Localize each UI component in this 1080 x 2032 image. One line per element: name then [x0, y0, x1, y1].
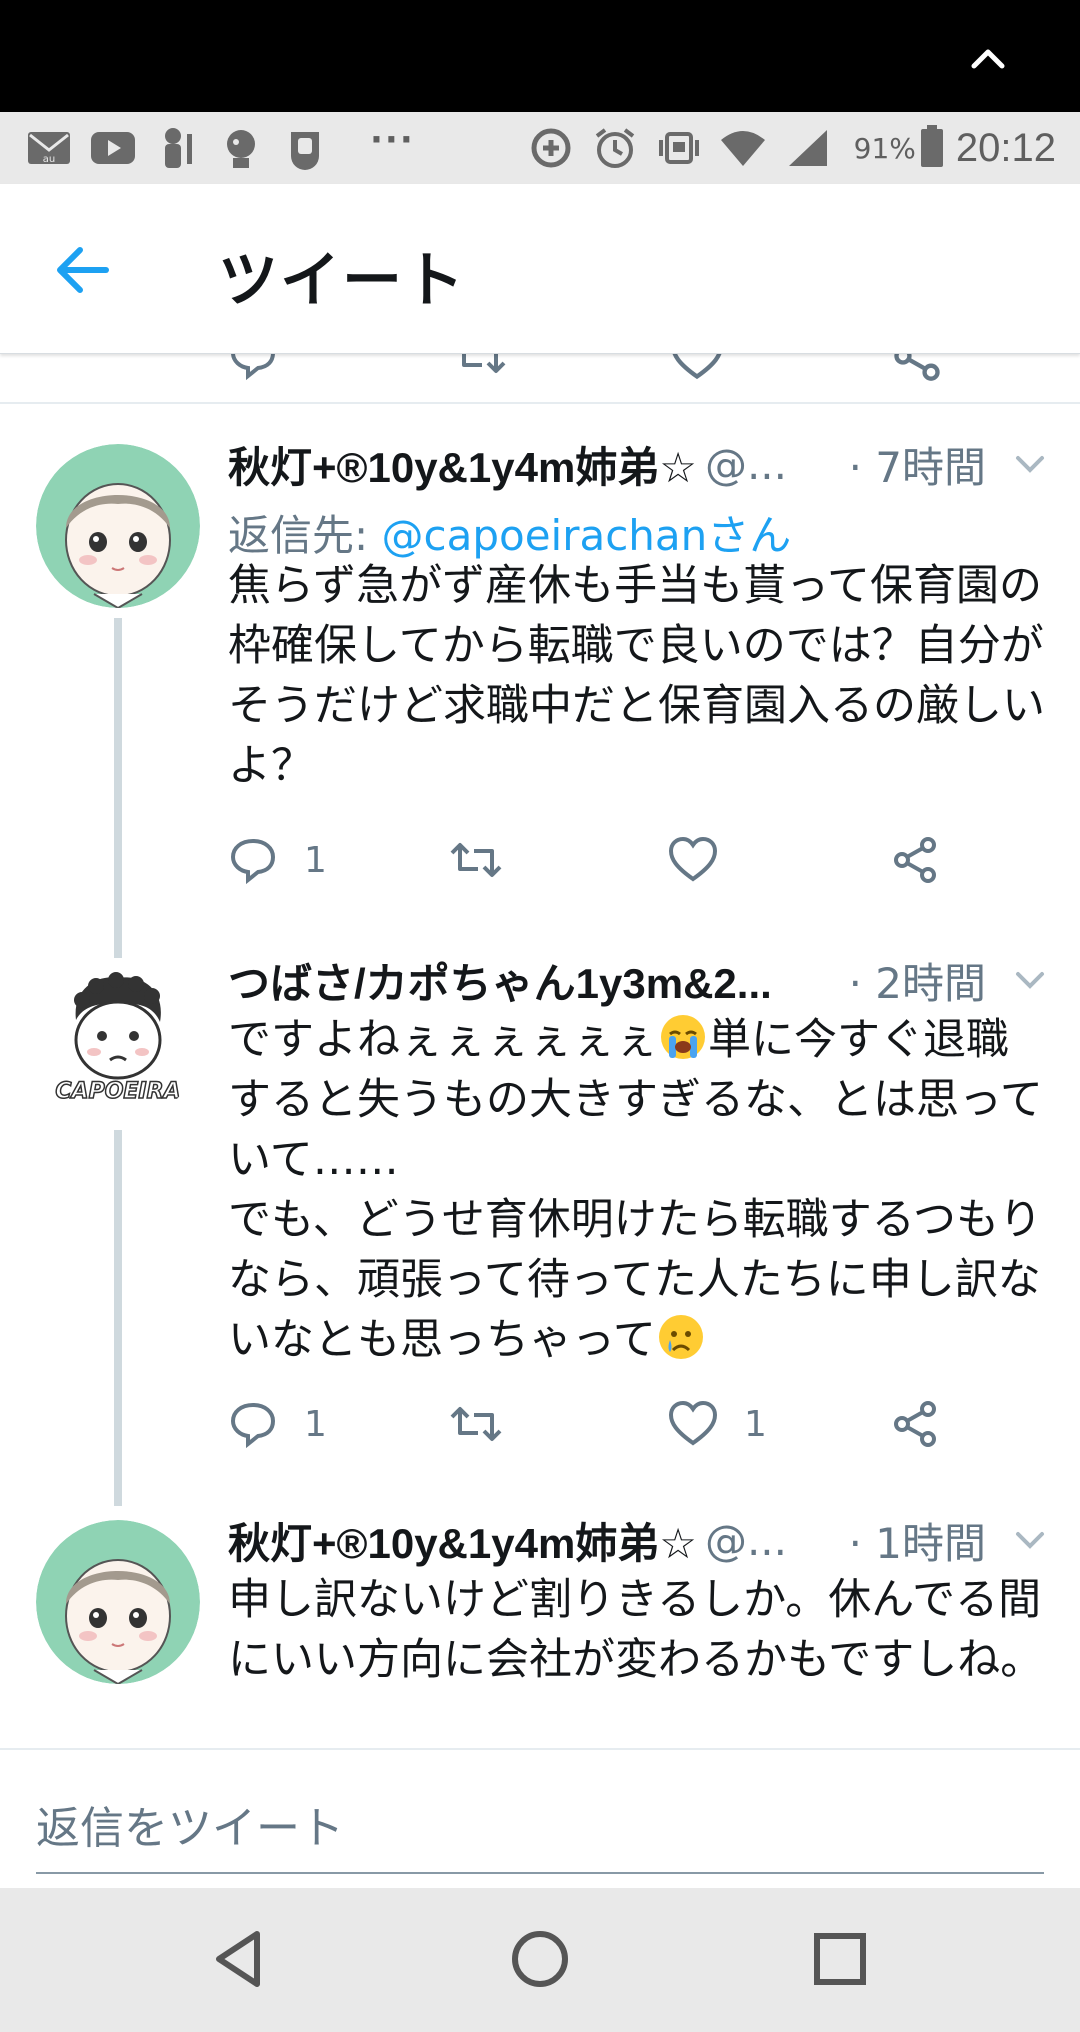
home-nav-icon[interactable]	[505, 1924, 575, 1994]
reply-icon[interactable]	[228, 354, 278, 386]
share-button[interactable]	[890, 1394, 940, 1454]
chevron-down-icon[interactable]	[1012, 446, 1048, 482]
tweet-actions: 1 1	[228, 1394, 988, 1454]
svg-text:au: au	[43, 154, 55, 165]
alarm-icon	[590, 123, 640, 173]
reply-compose[interactable]: 返信をツイート	[0, 1748, 1080, 1888]
vibrate-icon	[654, 123, 704, 173]
reply-icon	[230, 1402, 276, 1449]
signal-icon	[782, 123, 832, 173]
tweet-header: つばさ/カポちゃん1y3m&2... · 2時間	[228, 950, 1048, 1010]
timestamp: · 1時間	[848, 1518, 986, 1568]
thread-line	[114, 618, 122, 958]
like-count: 1	[744, 1403, 767, 1445]
reply-button[interactable]: 1	[228, 830, 327, 890]
retweet-button[interactable]	[446, 830, 532, 890]
tweet-header: 秋灯+®10y&1y4m姉弟☆ @... · 1時間	[228, 1510, 1048, 1570]
like-icon	[668, 836, 718, 882]
battery-percent: 91%	[853, 131, 916, 165]
crying-face-icon	[658, 1315, 703, 1359]
previous-tweet-actions	[0, 354, 1080, 404]
share-icon[interactable]	[890, 354, 944, 386]
chevron-down-icon[interactable]	[1012, 962, 1048, 998]
tweet-header: 秋灯+®10y&1y4m姉弟☆ @... · 7時間	[228, 434, 1048, 494]
top-bar	[0, 0, 1080, 112]
thread-line	[114, 1130, 122, 1506]
tweet-1[interactable]: 秋灯+®10y&1y4m姉弟☆ @... · 7時間 返信先: @capoeir…	[0, 406, 1080, 958]
display-name[interactable]: 秋灯+®10y&1y4m姉弟☆	[228, 1510, 697, 1571]
recents-nav-icon[interactable]	[805, 1924, 875, 1994]
back-arrow-icon[interactable]	[52, 242, 112, 298]
thread-line	[114, 930, 122, 952]
avatar[interactable]: CAPOEIRA	[36, 960, 200, 1124]
app-icon-3	[280, 123, 330, 173]
share-button[interactable]	[890, 830, 940, 890]
input-underline	[36, 1872, 1044, 1874]
timestamp: · 7時間	[848, 442, 986, 492]
retweet-button[interactable]	[446, 1394, 532, 1454]
display-name[interactable]: つばさ/カポちゃん1y3m&2...	[228, 950, 772, 1011]
battery-icon	[920, 125, 944, 171]
avatar-logo-text: CAPOEIRA	[55, 1079, 180, 1104]
like-icon	[668, 1400, 718, 1446]
display-name[interactable]: 秋灯+®10y&1y4m姉弟☆	[228, 434, 697, 495]
reply-button[interactable]: 1	[228, 1394, 327, 1454]
youtube-icon	[88, 123, 138, 173]
handle[interactable]: @...	[705, 1516, 787, 1565]
app-header: ツイート	[0, 184, 1080, 354]
mail-icon: au	[24, 123, 74, 173]
app-icon-2	[216, 123, 266, 173]
data-saver-icon	[526, 123, 576, 173]
page-title: ツイート	[218, 246, 466, 316]
wifi-icon	[718, 123, 768, 173]
retweet-icon[interactable]	[450, 354, 510, 386]
tweet-text-part-1: ですよねぇぇぇぇぇぇ	[228, 1015, 658, 1065]
avatar[interactable]	[36, 1520, 200, 1684]
retweet-icon	[450, 1407, 502, 1441]
tweet-actions: 1	[228, 830, 988, 890]
reply-count: 1	[304, 1403, 327, 1445]
tweet-2[interactable]: CAPOEIRA つばさ/カポちゃん1y3m&2... · 2時間 ですよねぇぇ…	[0, 930, 1080, 1506]
reply-to-label: 返信先:	[228, 511, 382, 560]
reply-icon	[230, 838, 276, 885]
reply-count: 1	[304, 839, 327, 881]
tweet-text: 申し訳ないけど割りきるしか。休んでる間にいい方向に会社が変わるかもですしね。	[228, 1575, 1044, 1685]
chevron-up-icon[interactable]	[966, 36, 1010, 80]
mention-link[interactable]: @capoeirachanさん	[382, 511, 792, 560]
back-nav-icon[interactable]	[205, 1924, 275, 1994]
status-bar: au ··· 91% 20:12	[0, 112, 1080, 184]
timestamp: · 2時間	[848, 958, 986, 1008]
loudly-crying-face-icon	[661, 1015, 705, 1059]
like-button[interactable]: 1	[668, 1394, 767, 1454]
tweet-text: 焦らず急がず産休も手当も貰って保育園の枠確保してから転職で良いのでは？自分がそう…	[228, 561, 1045, 791]
avatar[interactable]	[36, 444, 200, 608]
clock: 20:12	[955, 125, 1056, 170]
app-icon-1	[152, 123, 202, 173]
more-notifications: ···	[370, 120, 415, 160]
retweet-icon	[450, 843, 502, 877]
like-icon[interactable]	[670, 354, 724, 386]
reply-input[interactable]: 返信をツイート	[36, 1792, 344, 1856]
reply-to: 返信先: @capoeirachanさん	[228, 502, 791, 563]
tweet-3[interactable]: 秋灯+®10y&1y4m姉弟☆ @... · 1時間 申し訳ないけど割りきるしか…	[0, 1506, 1080, 1748]
tweet-text-part-2: 単に今すぐ退職すると失うもの大きすぎるな、とは思っていて…… でも、どうせ育休明…	[228, 1015, 1043, 1365]
like-button[interactable]	[668, 830, 744, 890]
system-nav-bar	[0, 1888, 1080, 2032]
handle[interactable]: @...	[705, 440, 787, 489]
chevron-down-icon[interactable]	[1012, 1522, 1048, 1558]
share-icon	[894, 837, 936, 883]
tweet-text: ですよねぇぇぇぇぇぇ 単に今すぐ退職すると失うもの大きすぎるな、とは思っていて………	[228, 1010, 1048, 1370]
share-icon	[894, 1401, 936, 1447]
